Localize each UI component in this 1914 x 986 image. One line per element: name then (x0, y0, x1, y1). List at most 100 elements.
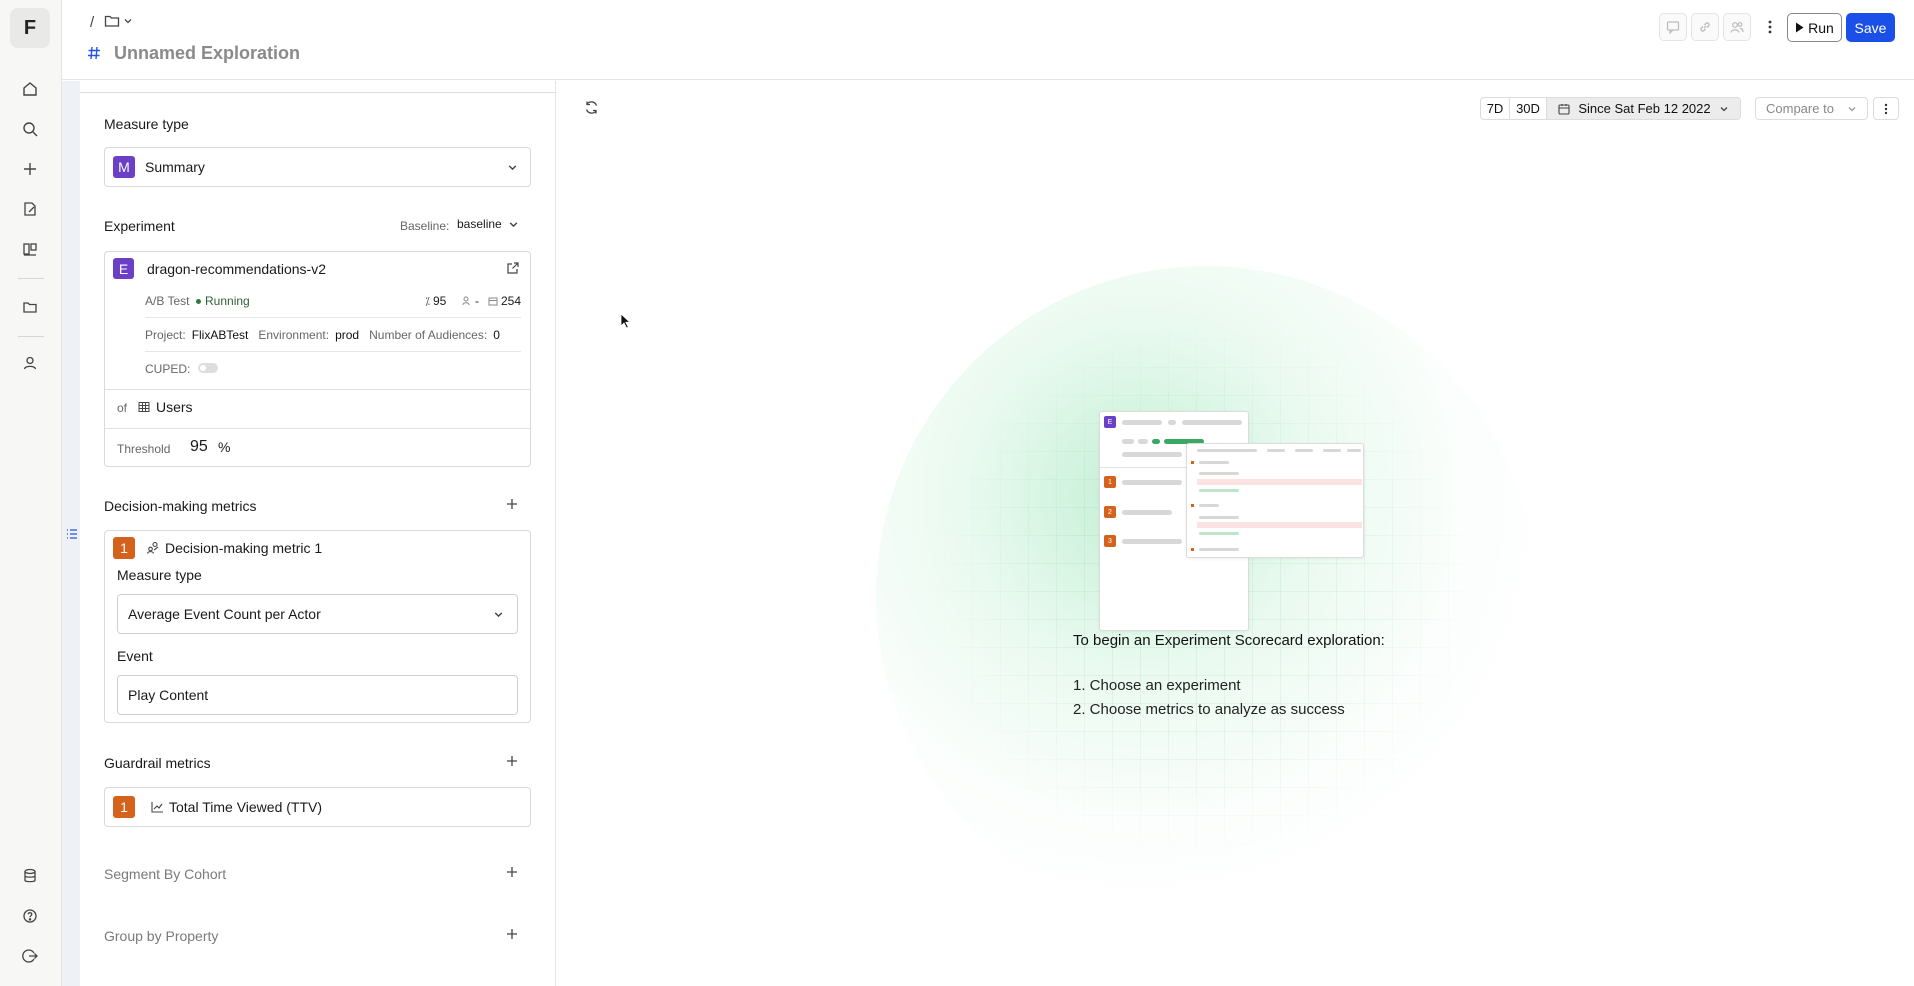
segment-by-cohort-label[interactable]: Segment By Cohort (104, 866, 226, 882)
experiment-type: A/B Test (145, 294, 190, 308)
metric-measure-type-value: Average Event Count per Actor (128, 606, 321, 622)
add-segment-icon[interactable] (506, 866, 522, 882)
outline-list-icon[interactable] (66, 528, 78, 540)
folder-icon[interactable] (19, 296, 41, 318)
measure-type-label: Measure type (104, 116, 189, 132)
experiment-label: Experiment (104, 218, 175, 234)
days-stat: 254 (488, 294, 521, 308)
environment-label: Environment: (258, 328, 330, 342)
user-icon[interactable] (19, 352, 41, 374)
cuped-toggle[interactable] (198, 363, 218, 373)
plus-icon[interactable] (19, 158, 41, 180)
external-link-icon[interactable] (506, 261, 520, 275)
illustration-badge-e: E (1104, 416, 1116, 428)
guardrail-metrics-label: Guardrail metrics (104, 755, 211, 771)
baseline-label: Baseline: (400, 219, 450, 233)
empty-state-step-2: 2. Choose metrics to analyze as success (1073, 701, 1345, 718)
baseline-select[interactable]: baseline (457, 217, 519, 231)
decision-metric-card: 1 Decision-making metric 1 Measure type … (104, 530, 531, 723)
threshold-label: Threshold (117, 442, 171, 456)
experiment-meta: Project: FlixABTest Environment: prod Nu… (145, 328, 500, 342)
range-7d-button[interactable]: 7D (1480, 97, 1510, 120)
app-logo[interactable]: F (10, 8, 50, 48)
experiment-card: E dragon-recommendations-v2 A/B Test Run… (104, 251, 531, 467)
edit-document-icon[interactable] (19, 198, 41, 220)
experiment-name[interactable]: dragon-recommendations-v2 (147, 261, 326, 277)
empty-state-heading: To begin an Experiment Scorecard explora… (1073, 632, 1385, 649)
date-range-button[interactable]: Since Sat Feb 12 2022 (1546, 97, 1741, 120)
audiences-value: 0 (493, 328, 500, 342)
refresh-icon[interactable] (584, 100, 599, 115)
chevron-down-icon (1719, 104, 1729, 114)
comment-icon[interactable] (1659, 13, 1687, 41)
threshold-input[interactable]: 95 (190, 438, 208, 456)
compare-label: Compare to (1766, 101, 1834, 116)
confidence-stat: ⁒ 95 (425, 294, 446, 308)
home-icon[interactable] (19, 78, 41, 100)
days-value: 254 (501, 294, 522, 308)
database-icon[interactable] (19, 865, 41, 887)
project-label: Project: (145, 328, 186, 342)
of-value: Users (156, 399, 193, 415)
metric-measure-type-select[interactable]: Average Event Count per Actor (117, 594, 518, 634)
add-group-icon[interactable] (506, 928, 522, 944)
metric-measure-type-label: Measure type (117, 567, 202, 583)
experiment-status: Running (196, 294, 250, 308)
metric-event-select[interactable]: Play Content (117, 675, 518, 715)
save-button[interactable]: Save (1846, 13, 1895, 42)
of-users-select[interactable]: Users (138, 399, 193, 415)
measure-type-select[interactable]: M Summary (104, 147, 531, 187)
baseline-value: baseline (457, 217, 502, 231)
line-chart-icon (151, 801, 164, 813)
status-dot (196, 298, 201, 304)
logout-icon[interactable] (19, 945, 41, 967)
left-nav: F (0, 0, 62, 986)
confidence-value: 95 (432, 294, 447, 308)
boards-icon[interactable] (19, 238, 41, 260)
play-icon (1795, 22, 1804, 33)
chevron-down-icon (1847, 104, 1857, 114)
metric-formula-icon (146, 541, 160, 555)
page-title[interactable]: Unnamed Exploration (114, 43, 300, 64)
of-label: of (117, 401, 128, 415)
experiment-badge: E (113, 258, 134, 279)
link-icon[interactable] (1691, 13, 1719, 41)
help-icon[interactable] (19, 905, 41, 927)
users-icon (462, 296, 472, 306)
results-area: 7D 30D Since Sat Feb 12 2022 Compare to … (556, 81, 1914, 986)
mouse-cursor-icon (620, 313, 632, 329)
chart-options-icon[interactable] (1873, 97, 1899, 120)
status-text: Running (205, 294, 250, 308)
guardrail-metric-card[interactable]: 1 Total Time Viewed (TTV) (104, 787, 531, 827)
measure-badge: M (113, 156, 135, 178)
chevron-down-icon (123, 16, 133, 26)
group-by-property-label[interactable]: Group by Property (104, 928, 218, 944)
calendar-icon (1558, 103, 1570, 115)
metric-event-label: Event (117, 648, 153, 664)
breadcrumb-folder[interactable] (104, 14, 133, 28)
chevron-down-icon (493, 609, 504, 620)
measure-type-value: Summary (145, 159, 205, 175)
add-decision-metric-icon[interactable] (506, 498, 522, 514)
metric-name[interactable]: Decision-making metric 1 (165, 540, 322, 556)
cuped-label: CUPED: (145, 362, 191, 376)
metric-event-value: Play Content (128, 687, 209, 703)
guardrail-index-badge: 1 (113, 796, 135, 818)
chevron-down-icon (507, 162, 518, 173)
empty-state-step-1: 1. Choose an experiment (1073, 677, 1241, 694)
add-guardrail-metric-icon[interactable] (506, 755, 522, 771)
compare-to-select[interactable]: Compare to (1755, 97, 1868, 120)
project-value: FlixABTest (191, 328, 249, 342)
run-button[interactable]: Run (1787, 13, 1842, 42)
range-30d-button[interactable]: 30D (1509, 97, 1547, 120)
decision-metrics-label: Decision-making metrics (104, 498, 257, 514)
illustration-table-card (1186, 443, 1364, 558)
share-users-icon[interactable] (1723, 13, 1751, 41)
chevron-down-icon (508, 219, 519, 230)
more-options-icon[interactable] (1759, 13, 1781, 41)
hash-icon (87, 46, 101, 60)
search-icon[interactable] (19, 118, 41, 140)
environment-value: prod (335, 328, 360, 342)
table-icon (138, 401, 150, 413)
header: / Unnamed Exploration Run Save (62, 0, 1914, 80)
